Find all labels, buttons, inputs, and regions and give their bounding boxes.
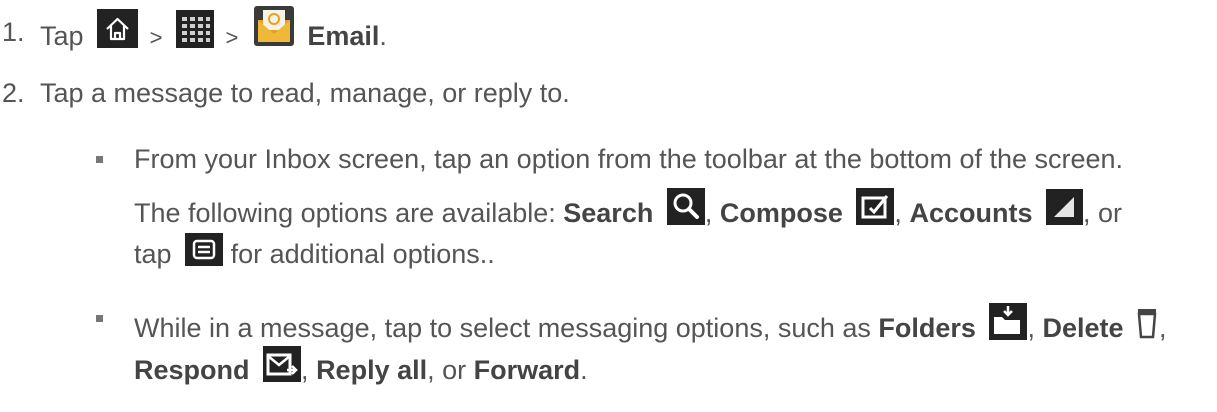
or-text-2: , or <box>427 355 467 385</box>
options-intro: The following options are available: <box>134 198 564 228</box>
step-2-text: Tap a message to read, manage, or reply … <box>40 78 570 108</box>
or-text: , or <box>1083 198 1123 228</box>
menu-icon <box>185 233 224 266</box>
bullet-2-line-1: While in a message, tap to select messag… <box>134 303 1167 344</box>
compose-label: Compose <box>719 198 843 228</box>
step-number-1: 1. <box>2 17 25 47</box>
email-app-label: Email <box>307 21 380 51</box>
folder-icon <box>989 303 1028 340</box>
bullet-marker-1 <box>96 156 103 163</box>
bullet-1-line-3: tap for additional options.. <box>134 233 495 270</box>
folders-label: Folders <box>878 313 976 343</box>
tap-label: Tap <box>40 21 84 51</box>
comma-compose: , <box>894 198 902 228</box>
separator-2: > <box>225 25 239 50</box>
comma-search: , <box>704 198 713 228</box>
bullet-2-line-2: Respond , Reply all, or Forward. <box>134 346 588 386</box>
separator-1: > <box>149 25 163 50</box>
search-icon <box>666 188 705 225</box>
delete-label: Delete <box>1042 313 1124 343</box>
comma-respond: , <box>301 355 309 385</box>
accounts-icon <box>1046 189 1083 225</box>
step-1-period: . <box>379 21 387 51</box>
apps-icon <box>175 10 214 48</box>
respond-label: Respond <box>134 355 250 385</box>
reply-all-label: Reply all <box>316 355 428 385</box>
additional-options-text: for additional options.. <box>230 239 495 269</box>
tap-text: tap <box>134 239 172 269</box>
comma-folders: , <box>1027 313 1035 343</box>
forward-label: Forward <box>473 355 581 385</box>
bullet-marker-2 <box>96 315 103 322</box>
home-icon <box>97 9 139 48</box>
trash-icon <box>1135 304 1159 340</box>
compose-icon <box>856 188 895 225</box>
search-label: Search <box>563 198 654 228</box>
step-number-2: 2. <box>2 78 25 108</box>
bullet-1-line-1: From your Inbox screen, tap an option fr… <box>134 144 1124 174</box>
comma-delete: , <box>1159 313 1167 343</box>
respond-icon <box>263 346 302 382</box>
message-options-intro: While in a message, tap to select messag… <box>134 313 879 343</box>
bullet-1-line-2: The following options are available: Sea… <box>134 188 1122 229</box>
email-app-icon <box>252 4 296 48</box>
step-1-line: Tap > > Email. <box>40 4 387 52</box>
accounts-label: Accounts <box>909 198 1033 228</box>
bullet-2-period: . <box>580 355 588 385</box>
